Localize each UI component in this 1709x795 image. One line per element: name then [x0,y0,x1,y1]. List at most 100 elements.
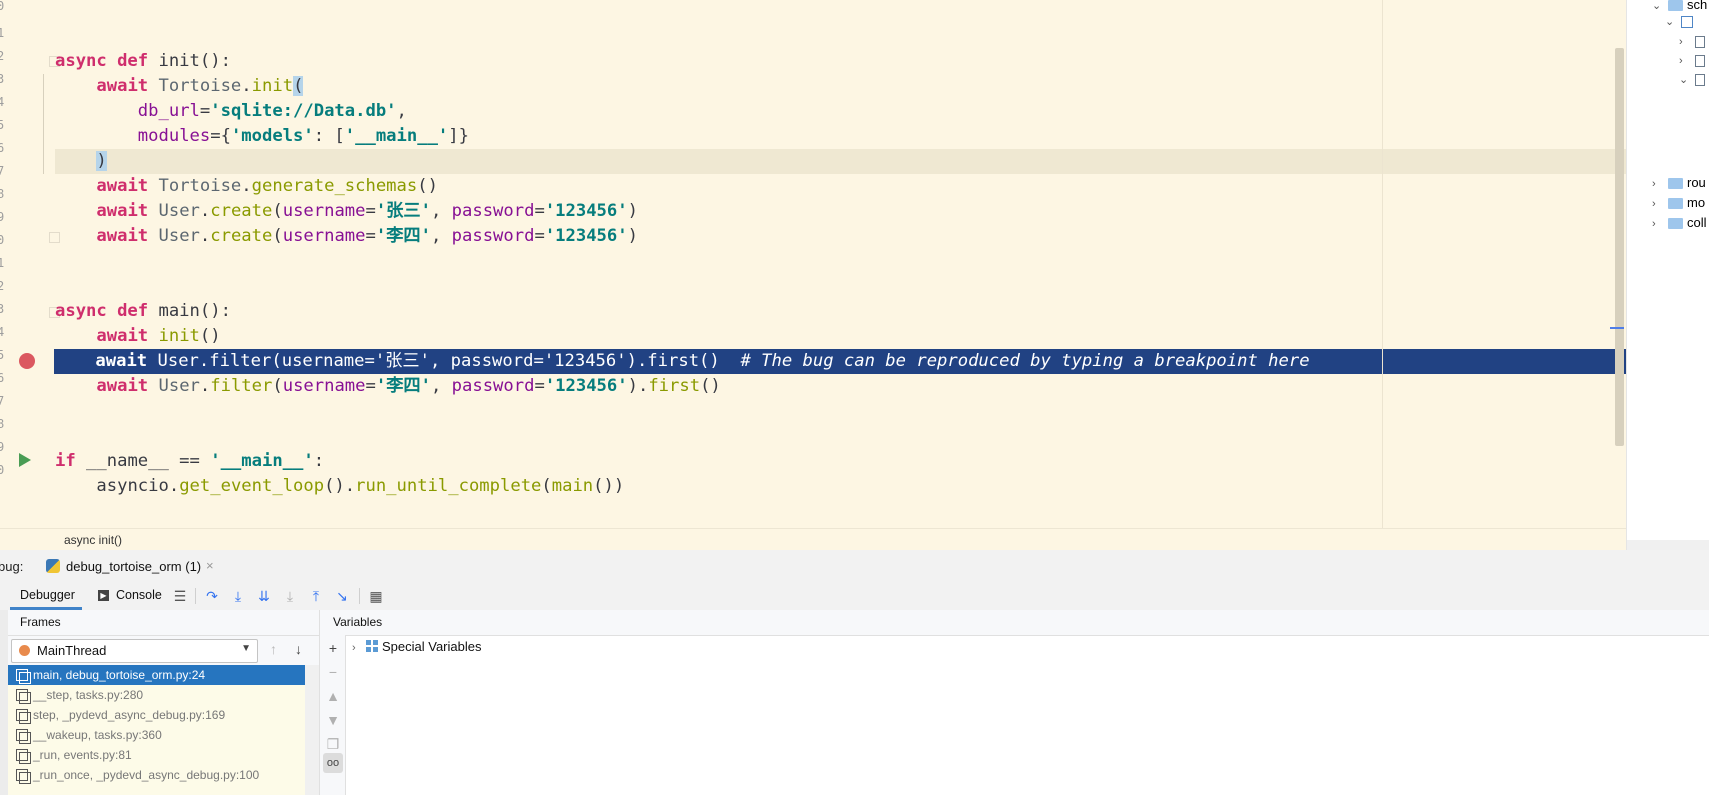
code-line: if __name__ == '__main__': [55,451,325,471]
step-into-icon[interactable]: ⤓ [229,587,247,605]
run-gutter-icon[interactable] [19,453,31,467]
chevron-right-icon[interactable]: › [352,639,366,657]
line-number: 8 [0,417,5,431]
toolbar-separator [195,588,196,604]
copy-icon[interactable]: ❐ [326,737,340,751]
line-number: 4 [0,325,5,339]
line-number: 8 [0,187,5,201]
indent-guide [43,74,44,174]
frame-list[interactable]: main, debug_tortoise_orm.py:24 __step, t… [8,665,305,795]
chevron-down-icon: ⌄ [1665,16,1675,28]
tree-item[interactable]: ⌄ [1679,70,1705,88]
code-line: asyncio.get_event_loop().run_until_compl… [96,476,625,496]
step-into-my-code-icon[interactable]: ⇊ [255,587,273,605]
debug-session-tab[interactable]: debug_tortoise_orm (1) × [40,550,228,582]
line-number: 4 [0,95,5,109]
breakpoint-icon[interactable] [19,353,35,369]
chevron-down-icon: ⌄ [1679,74,1689,86]
variables-toolbar: + − ▲ ▼ ❐ oo [320,635,346,795]
move-up-icon[interactable]: ▲ [326,689,340,703]
debug-toolbar: Debugger ▶ Console ☰ ↷ ⤓ ⇊ ⤓ ⤒ ↘ ▦ [0,582,1709,611]
move-down-icon[interactable]: ▼ [326,713,340,727]
tree-item[interactable]: › [1679,51,1705,69]
python-icon [46,559,60,573]
line-number: 7 [0,164,5,178]
breadcrumb[interactable]: async init() [64,533,122,547]
close-icon[interactable]: × [206,558,214,573]
frame-row[interactable]: _run, events.py:81 [8,745,305,765]
variables-header: Variables [320,610,1709,636]
frame-row[interactable]: step, _pydevd_async_debug.py:169 [8,705,305,725]
debug-session-tabs: bug: debug_tortoise_orm (1) × [0,550,1709,583]
add-watch-icon[interactable]: + [326,641,340,655]
code-line-current: ) [55,149,1626,174]
thread-dropdown[interactable]: MainThread ▼ [11,639,258,663]
frame-icon [16,729,31,744]
line-number: 0 [0,463,5,477]
scroll-marker [1610,327,1624,329]
glasses-icon[interactable]: oo [323,753,343,773]
evaluate-expression-icon[interactable]: ▦ [367,587,385,605]
frame-label: __wakeup, tasks.py:360 [33,728,162,742]
tab-console[interactable]: Console [116,588,162,602]
line-number: 6 [0,141,5,155]
code-line: async def init(): [55,51,231,71]
line-number: 9 [0,210,5,224]
line-number: 5 [0,118,5,132]
frame-icon [16,669,31,684]
breadcrumb-bar: async init() [0,528,1626,550]
frame-row[interactable]: __step, tasks.py:280 [8,685,305,705]
step-out-icon[interactable]: ⤒ [307,587,325,605]
variables-title: Variables [333,615,383,629]
console-icon: ▶ [98,590,109,601]
thread-name: MainThread [37,643,107,658]
code-area[interactable]: async def init(): await Tortoise.init( d… [54,0,1626,528]
tree-item[interactable]: › mo [1652,194,1705,212]
line-number: 6 [0,371,5,385]
run-to-cursor-icon[interactable]: ↘ [333,587,351,605]
tab-debugger[interactable]: Debugger [20,588,75,602]
step-over-icon[interactable]: ↷ [203,587,221,605]
tree-item-label: coll [1687,215,1707,230]
frame-icon [16,689,31,704]
arrow-down-icon[interactable]: ↓ [295,641,302,657]
force-step-into-icon[interactable]: ⤓ [281,587,299,605]
session-name: debug_tortoise_orm (1) [66,559,202,574]
frame-label: _run, events.py:81 [33,748,132,762]
line-number: 3 [0,302,5,316]
frame-icon [16,749,31,764]
editor-scrollbar[interactable] [1615,48,1624,446]
chevron-down-icon: ▼ [241,643,251,654]
tree-item[interactable]: › coll [1652,214,1707,232]
frame-label: main, debug_tortoise_orm.py:24 [33,668,206,682]
file-icon [1695,54,1705,67]
remove-watch-icon[interactable]: − [326,665,340,679]
frame-row[interactable]: main, debug_tortoise_orm.py:24 [8,665,305,685]
code-editor[interactable]: 0 1 2 3 4 5 6 7 8 9 0 1 2 3 4 5 6 7 8 9 … [0,0,1626,550]
frame-label: step, _pydevd_async_debug.py:169 [33,708,226,722]
code-line: await User.filter(username='李四', passwor… [96,376,721,396]
project-tree[interactable]: ⌄ sch ⌄ › › ⌄ › rou › mo › coll [1626,0,1709,550]
frame-row[interactable]: _run_once, _pydevd_async_debug.py:100 [8,765,305,785]
arrow-up-icon[interactable]: ↑ [270,641,277,657]
variable-row[interactable]: › Special Variables [352,638,481,656]
frames-title: Frames [20,615,61,629]
tree-item[interactable]: › [1679,32,1705,50]
package-icon [1681,15,1693,28]
line-number: 2 [0,279,5,293]
frame-row[interactable]: __wakeup, tasks.py:360 [8,725,305,745]
tree-item[interactable]: ⌄ [1665,12,1693,30]
frames-scrollbar[interactable] [305,665,319,795]
tree-item[interactable]: › rou [1652,174,1706,192]
variable-name: Special Variables [382,639,482,654]
line-number: 1 [0,256,5,270]
code-line-execution-point: await User.filter(username='张三', passwor… [54,349,1626,374]
code-line: await User.create(username='李四', passwor… [96,226,638,246]
folder-icon [1668,218,1683,230]
code-line: async def main(): [55,301,231,321]
chevron-down-icon: ⌄ [1652,0,1662,12]
layout-menu-icon[interactable]: ☰ [171,587,189,605]
tree-horizontal-scrollbar[interactable] [1627,540,1709,550]
folder-icon [1668,0,1683,12]
file-icon [1695,35,1705,48]
